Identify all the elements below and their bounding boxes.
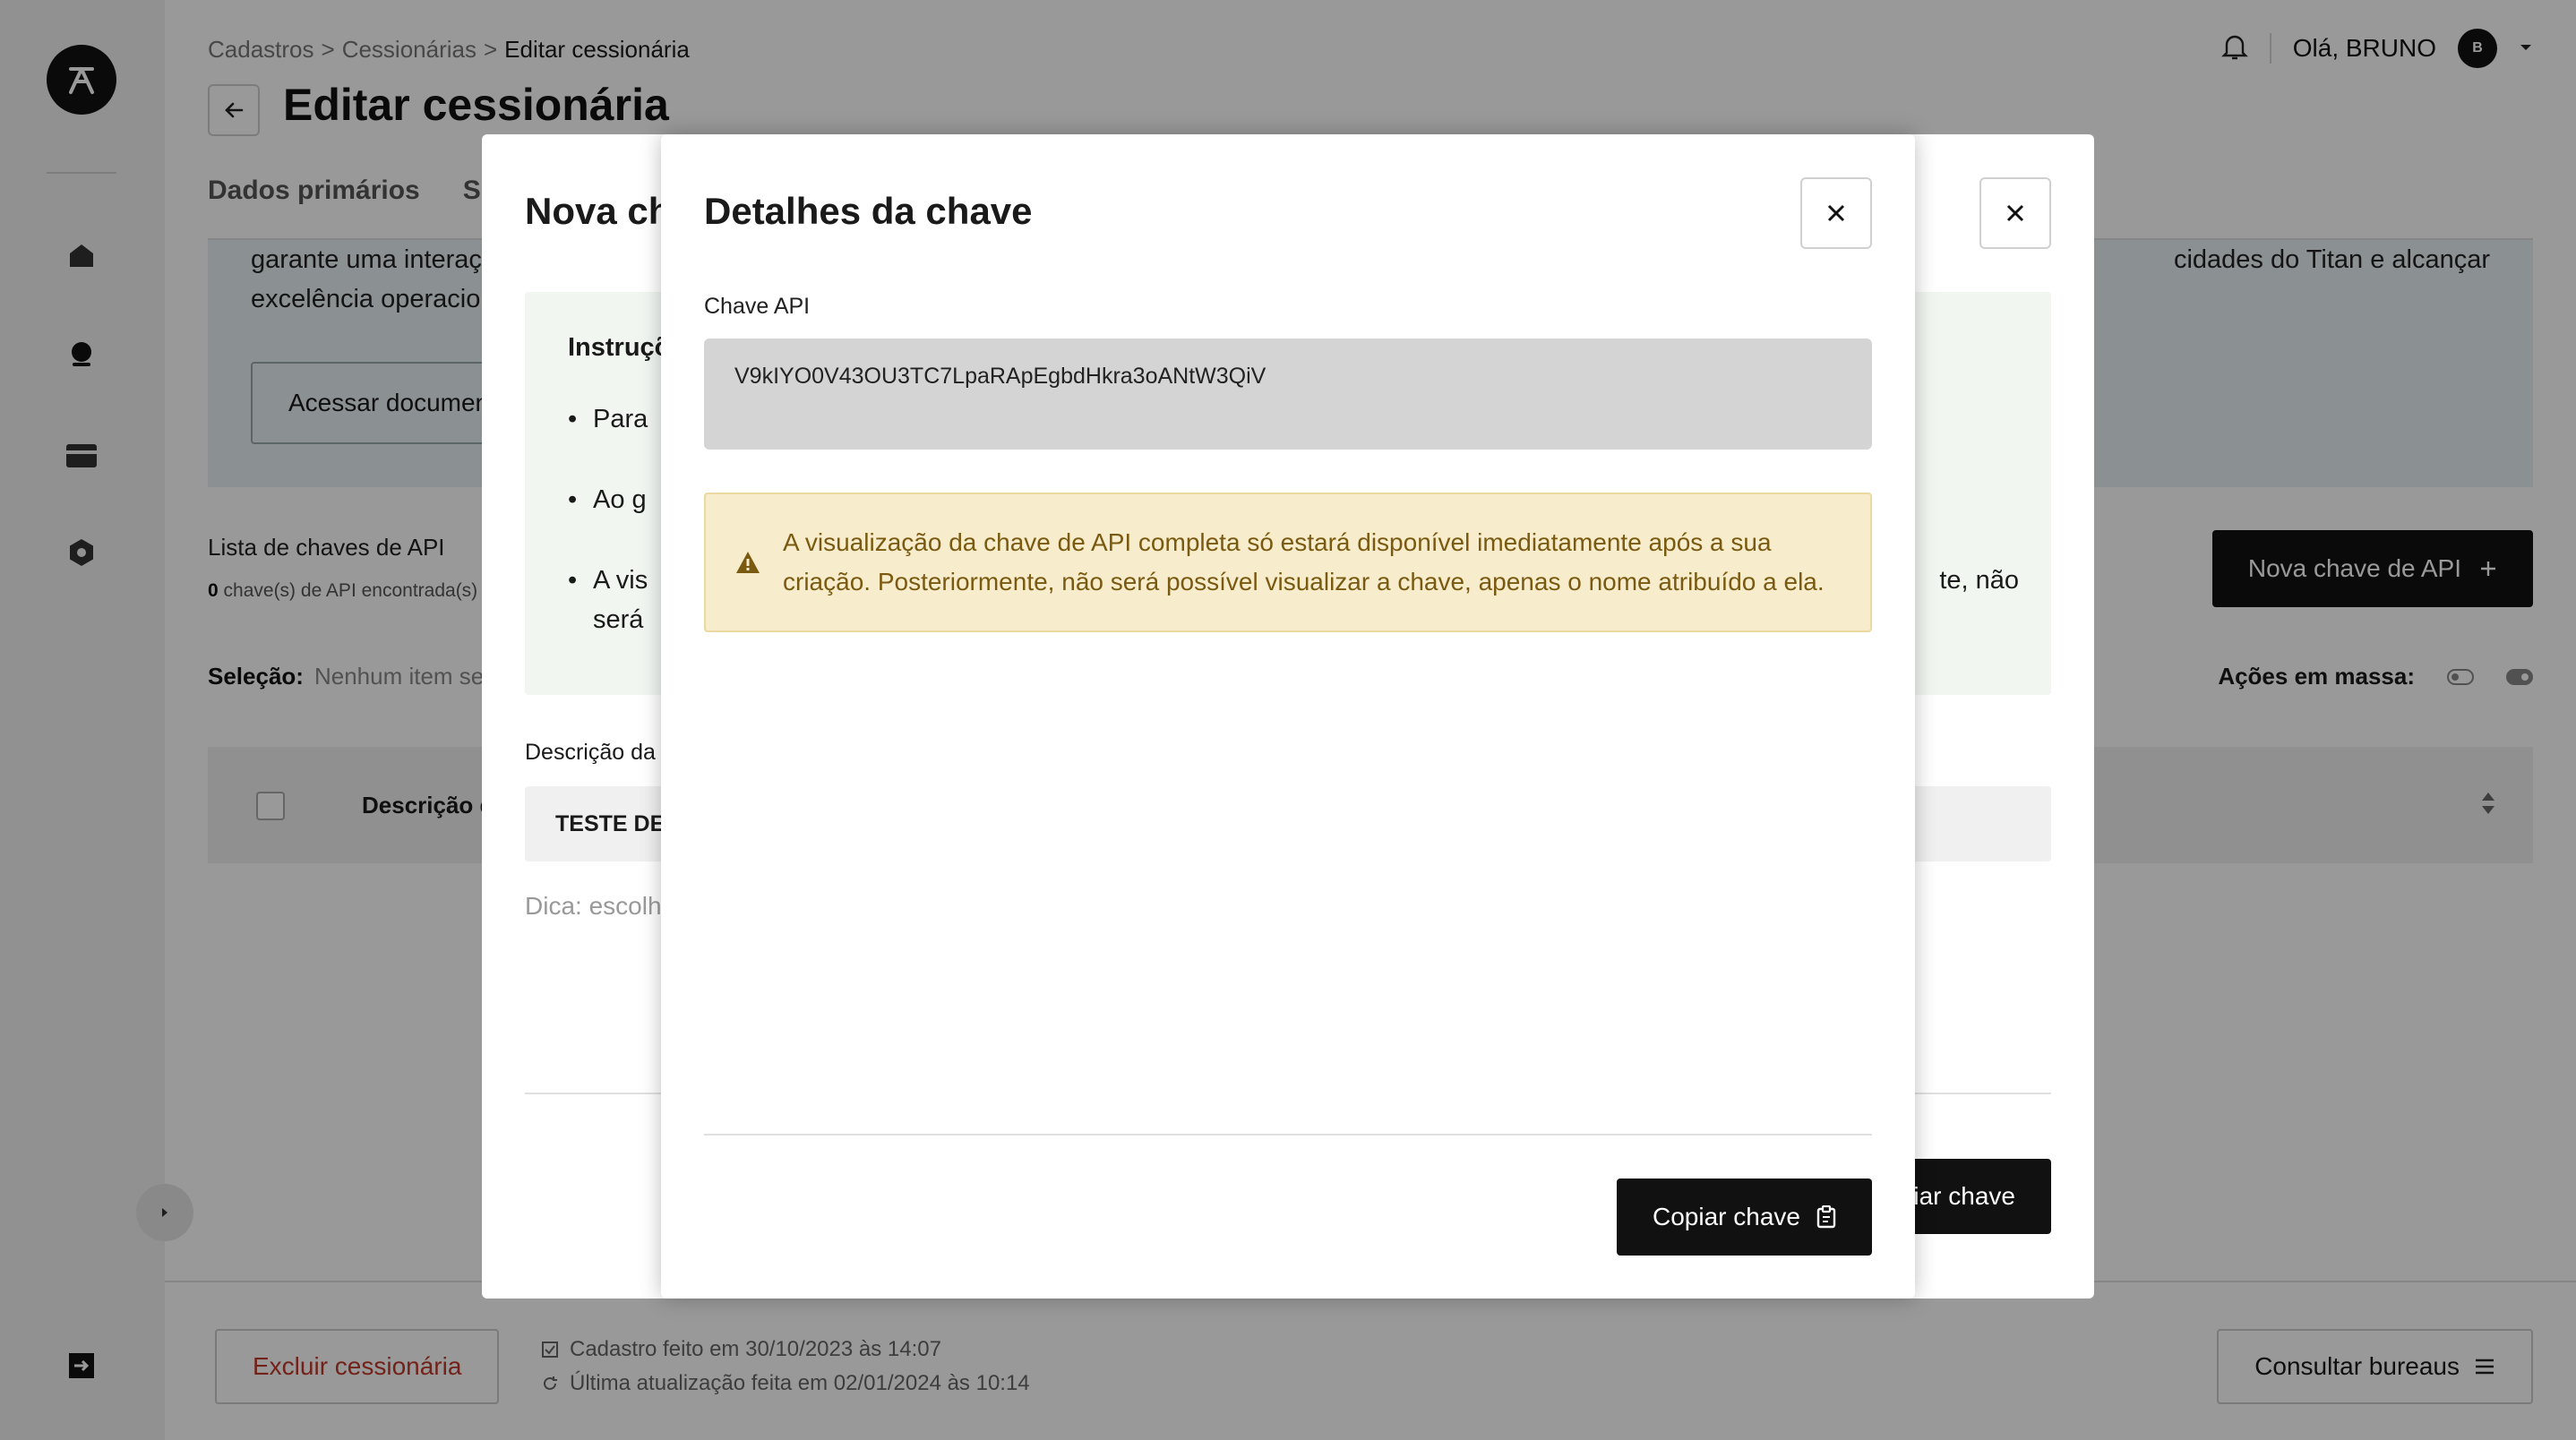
close-icon xyxy=(2006,204,2024,222)
warning-icon xyxy=(736,552,760,573)
warning-line-1: A visualização da chave de API completa … xyxy=(783,528,1772,556)
clipboard-icon xyxy=(1816,1205,1836,1229)
key-details-modal: Detalhes da chave Chave API V9kIYO0V43OU… xyxy=(661,134,1915,1299)
new-key-modal-title: Nova ch xyxy=(525,190,672,232)
warning-line-2: criação. Posteriormente, não será possív… xyxy=(783,568,1825,596)
close-icon xyxy=(1827,204,1845,222)
description-hint: Dica: escolh xyxy=(525,892,662,920)
copy-key-button[interactable]: Copiar chave xyxy=(1617,1179,1872,1256)
new-key-modal-close-button[interactable] xyxy=(1979,177,2051,249)
description-label: Descrição da xyxy=(525,740,656,765)
warning-alert: A visualização da chave de API completa … xyxy=(704,493,1872,632)
api-key-label: Chave API xyxy=(704,294,811,319)
key-details-divider xyxy=(704,1134,1872,1136)
instructions-title: Instruçõ xyxy=(568,333,671,362)
copy-key-label: Copiar chave xyxy=(1653,1203,1800,1230)
key-details-close-button[interactable] xyxy=(1800,177,1872,249)
warning-text: A visualização da chave de API completa … xyxy=(783,523,1825,602)
key-details-title: Detalhes da chave xyxy=(704,190,1033,232)
api-key-field[interactable]: V9kIYO0V43OU3TC7LpaRApEgbdHkra3oANtW3QiV xyxy=(704,339,1872,450)
